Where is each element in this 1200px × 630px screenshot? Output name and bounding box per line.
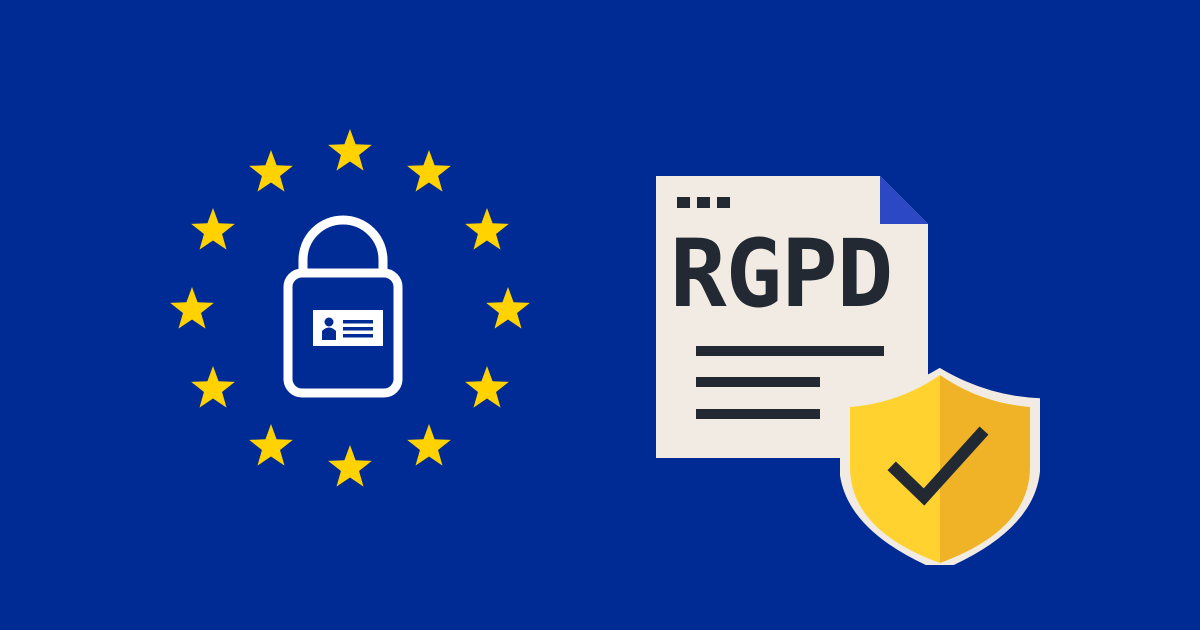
- text-line: [696, 377, 820, 387]
- eu-star-icon: [328, 445, 372, 487]
- eu-star-icon: [486, 287, 530, 329]
- rgpd-document: RGPD: [640, 170, 1060, 570]
- eu-star-icon: [407, 150, 451, 192]
- eu-star-icon: [464, 208, 509, 250]
- eu-star-icon: [328, 129, 372, 171]
- document-title: RGPD: [670, 220, 893, 329]
- eu-star-icon: [191, 208, 236, 250]
- eu-star-icon: [191, 366, 236, 408]
- gdpr-banner: RGPD: [0, 0, 1200, 630]
- eu-star-icon: [407, 423, 451, 466]
- eu-star-icon: [249, 150, 293, 192]
- eu-star-icon: [170, 287, 214, 329]
- text-line: [696, 346, 884, 356]
- text-line: [696, 409, 820, 419]
- padlock-id-card-icon: [283, 215, 403, 398]
- shield-check-icon: [840, 367, 1040, 565]
- eu-star-icon: [249, 423, 293, 466]
- id-card-icon: [313, 310, 383, 346]
- eu-star-icon: [464, 366, 509, 408]
